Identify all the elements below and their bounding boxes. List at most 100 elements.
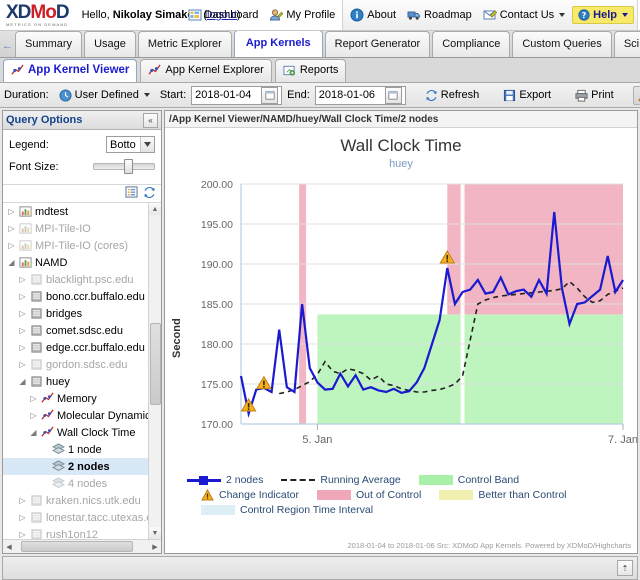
tree-expander-collapsed-icon[interactable]: ▷: [7, 241, 16, 250]
tree-item-1-node[interactable]: 1 node: [3, 441, 161, 458]
tree-expander-collapsed-icon[interactable]: ▷: [18, 292, 27, 301]
tree-item-huey[interactable]: ◢ huey: [3, 373, 161, 390]
app-kernel-tree[interactable]: ▷ mdtest ▷ MPI-Tile-IO ▷ MPI-Tile-IO (cores) ◢…: [3, 203, 161, 539]
legend-item-change-indicator[interactable]: Change Indicator: [201, 488, 299, 501]
tree-expander-collapsed-icon[interactable]: ▷: [29, 394, 38, 403]
list-view-icon[interactable]: [125, 186, 138, 201]
tree-expander-collapsed-icon[interactable]: ▷: [18, 530, 27, 539]
scroll-down-button[interactable]: ▼: [149, 527, 161, 539]
print-icon: [575, 89, 588, 102]
tree-item-bono-ccr-buffalo-edu[interactable]: ▷ bono.ccr.buffalo.edu: [3, 288, 161, 305]
tree-item-gordon-sdsc-edu[interactable]: ▷ gordon.sdsc.edu: [3, 356, 161, 373]
tab-report-generator[interactable]: Report Generator: [324, 31, 431, 57]
tab-summary[interactable]: Summary: [15, 31, 83, 57]
app-kernel-icon: [19, 239, 32, 252]
tree-item-comet-sdsc-edu[interactable]: ▷ comet.sdsc.edu: [3, 322, 161, 339]
legend-item-2-nodes[interactable]: 2 nodes: [187, 474, 263, 486]
tree-expander-collapsed-icon[interactable]: ▷: [7, 224, 16, 233]
chart-area[interactable]: Wall Clock Time huey Second 170.00 175.00…: [165, 128, 637, 553]
app-banner: XDMoD METRICS ON DEMAND Hello, Nikolay S…: [0, 0, 640, 31]
tab-usage[interactable]: Usage: [84, 31, 136, 57]
duration-dropdown[interactable]: User Defined: [54, 86, 155, 105]
tree-item-kraken-nics-utk-edu[interactable]: ▷ kraken.nics.utk.edu: [3, 492, 161, 509]
end-date-field[interactable]: 2018-01-06: [314, 85, 406, 105]
tree-item-blacklight-psc-edu[interactable]: ▷ blacklight.psc.edu: [3, 271, 161, 288]
tree-horizontal-scrollbar[interactable]: ◀ ▶: [3, 539, 161, 553]
tree-item-2-nodes[interactable]: 2 nodes: [3, 458, 161, 475]
tabs-scroll-left-button[interactable]: ←: [2, 35, 13, 57]
xdmod-logo: XDMoD METRICS ON DEMAND: [6, 2, 70, 27]
tree-expander-collapsed-icon[interactable]: ▷: [18, 343, 27, 352]
tree-expander-collapsed-icon[interactable]: ▷: [18, 275, 27, 284]
print-button[interactable]: Print: [570, 86, 619, 105]
tree-item-label: lonestar.tacc.utexas.ed: [46, 511, 159, 524]
tree-expander-collapsed-icon[interactable]: ▷: [18, 513, 27, 522]
nav-help[interactable]: ? Help: [572, 6, 634, 24]
nav-about[interactable]: About: [346, 6, 400, 24]
tree-expander-expanded-icon[interactable]: ◢: [29, 428, 38, 437]
tree-item-memory[interactable]: ▷ Memory: [3, 390, 161, 407]
tree-item-rush1on12[interactable]: ▷ rush1on12: [3, 526, 161, 539]
chart-credit: 2018-01-04 to 2018-01-06 Src: XDMoD App …: [347, 541, 631, 550]
subtab-reports[interactable]: Reports: [274, 59, 347, 82]
tree-item-namd[interactable]: ◢ NAMD: [3, 254, 161, 271]
export-button[interactable]: Export: [498, 86, 556, 105]
tree-item-mdtest[interactable]: ▷ mdtest: [3, 203, 161, 220]
tree-item-lonestar-tacc-utexas-ed[interactable]: ▷ lonestar.tacc.utexas.ed: [3, 509, 161, 526]
nav-my-profile[interactable]: My Profile: [265, 6, 339, 24]
tree-expander-collapsed-icon[interactable]: ▷: [7, 207, 16, 216]
control-band-swatch: [418, 475, 453, 485]
tree-expander-collapsed-icon[interactable]: ▷: [18, 326, 27, 335]
collapse-panel-button[interactable]: «: [143, 112, 158, 128]
legend-item-control-band[interactable]: Control Band: [418, 474, 519, 486]
tree-item-mpi-tile-io[interactable]: ▷ MPI-Tile-IO: [3, 220, 161, 237]
node-icon: [52, 477, 65, 490]
scrollbar-thumb[interactable]: [21, 541, 133, 552]
tree-vertical-scrollbar[interactable]: ▲ ▼: [148, 203, 161, 539]
subtab-app-kernel-viewer[interactable]: App Kernel Viewer: [3, 59, 138, 82]
legend-item-control-region[interactable]: Control Region Time Interval: [201, 504, 373, 516]
scroll-right-button[interactable]: ▶: [149, 543, 161, 551]
tab-app-kernels[interactable]: App Kernels: [233, 31, 323, 57]
nav-roadmap[interactable]: Roadmap: [403, 6, 476, 24]
tree-refresh-icon[interactable]: [143, 186, 156, 202]
tree-item-bridges[interactable]: ▷ bridges: [3, 305, 161, 322]
chevron-down-icon: [143, 93, 150, 97]
slider-thumb[interactable]: [124, 159, 133, 174]
tab-metric-explorer[interactable]: Metric Explorer: [137, 31, 232, 57]
legend-item-better-than-control[interactable]: Better than Control: [439, 489, 567, 501]
chevron-down-icon[interactable]: [140, 137, 154, 152]
legend-select[interactable]: Botto: [106, 136, 155, 153]
tab-custom-queries[interactable]: Custom Queries: [512, 31, 612, 57]
change-indicators-button[interactable]: Change Indicators: [632, 85, 640, 105]
tree-item-wall-clock-time[interactable]: ◢ Wall Clock Time: [3, 424, 161, 441]
tab-compliance[interactable]: Compliance: [432, 31, 511, 57]
tree-expander-collapsed-icon[interactable]: ▷: [18, 360, 27, 369]
tree-expander-collapsed-icon[interactable]: ▷: [29, 411, 38, 420]
nav-dashboard[interactable]: Dashboard: [184, 6, 263, 24]
scroll-left-button[interactable]: ◀: [3, 543, 15, 551]
nav-contact-us[interactable]: Contact Us: [479, 6, 569, 24]
scrollbar-thumb[interactable]: [150, 323, 161, 405]
tree-item-label: 1 node: [68, 443, 102, 456]
tree-expander-expanded-icon[interactable]: ◢: [18, 377, 27, 386]
tree-expander-collapsed-icon[interactable]: ▷: [18, 309, 27, 318]
subtab-app-kernel-explorer[interactable]: App Kernel Explorer: [140, 59, 272, 82]
tree-item-4-nodes[interactable]: 4 nodes: [3, 475, 161, 492]
end-calendar-icon[interactable]: [384, 86, 402, 104]
chart-plot[interactable]: 170.00 175.00 180.00 185.00 190.00 195.00 200.…: [165, 176, 637, 466]
tree-item-molecular-dynamics[interactable]: ▷ Molecular Dynamics: [3, 407, 161, 424]
tree-item-edge-ccr-buffalo-edu[interactable]: ▷ edge.ccr.buffalo.edu: [3, 339, 161, 356]
chevron-up-icon[interactable]: ⇡: [617, 560, 633, 576]
tab-sci-impact[interactable]: Sci Impa: [613, 31, 640, 57]
start-date-field[interactable]: 2018-01-04: [191, 85, 283, 105]
font-size-slider[interactable]: [93, 159, 155, 174]
tree-expander-expanded-icon[interactable]: ◢: [7, 258, 16, 267]
start-calendar-icon[interactable]: [261, 86, 279, 104]
refresh-button[interactable]: Refresh: [420, 86, 485, 105]
legend-item-running-average[interactable]: Running Average: [281, 474, 401, 486]
scroll-up-button[interactable]: ▲: [149, 203, 161, 215]
legend-item-out-of-control[interactable]: Out of Control: [316, 489, 421, 501]
tree-item-mpi-tile-io-cores[interactable]: ▷ MPI-Tile-IO (cores): [3, 237, 161, 254]
tree-expander-collapsed-icon[interactable]: ▷: [18, 496, 27, 505]
